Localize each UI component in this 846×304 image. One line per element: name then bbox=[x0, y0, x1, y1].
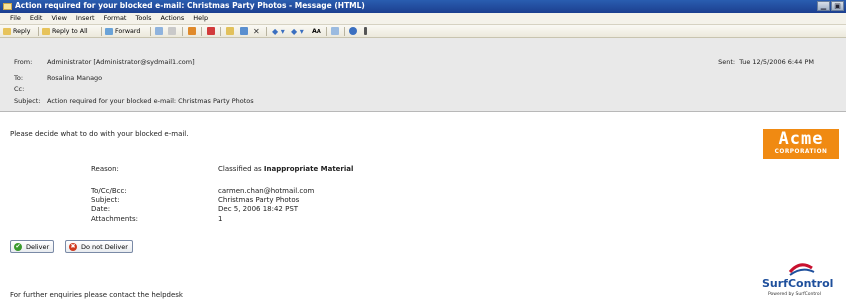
print-icon[interactable] bbox=[155, 27, 163, 35]
forward-label: Forward bbox=[115, 28, 141, 35]
reply-label: Reply bbox=[13, 28, 31, 35]
sent-value: Tue 12/5/2006 6:44 PM bbox=[739, 58, 814, 66]
surfcontrol-swoosh-icon bbox=[788, 263, 815, 276]
helpdesk-text: For further enquiries please contact the… bbox=[10, 291, 183, 299]
font-size-icon[interactable]: AA bbox=[312, 27, 321, 36]
menu-file[interactable]: File bbox=[10, 14, 21, 22]
delete-icon[interactable]: ✕ bbox=[253, 27, 260, 36]
categorize-icon[interactable] bbox=[240, 27, 248, 35]
minimize-button[interactable]: ▁ bbox=[817, 1, 830, 11]
reason-label: Reason: bbox=[91, 165, 119, 173]
window-title: Action required for your blocked e-mail:… bbox=[15, 1, 365, 10]
reason-value: Classified as Inappropriate Material bbox=[218, 165, 353, 173]
toolbar-divider bbox=[344, 27, 345, 36]
do-not-deliver-label: Do not Deliver bbox=[81, 242, 128, 251]
stop-icon: ✖ bbox=[69, 242, 77, 251]
save-icon[interactable] bbox=[168, 27, 176, 35]
toolbar-divider bbox=[220, 27, 221, 36]
sent-timestamp: Sent: Tue 12/5/2006 6:44 PM bbox=[718, 58, 814, 66]
forward-icon bbox=[105, 28, 113, 35]
menu-actions[interactable]: Actions bbox=[161, 14, 185, 22]
from-label: From: bbox=[14, 58, 33, 66]
menu-view[interactable]: View bbox=[51, 14, 66, 22]
flag-icon[interactable] bbox=[207, 27, 215, 35]
surfcontrol-name: SurfControl bbox=[762, 277, 834, 290]
next-item-icon[interactable]: ◆ ▾ bbox=[291, 27, 304, 36]
toolbar: Reply Reply to All Forward ✕ ◆ ▾ ◆ ▾ AA bbox=[0, 25, 846, 38]
envelope-icon bbox=[3, 3, 12, 10]
forward-button[interactable]: Forward bbox=[105, 27, 140, 36]
previous-item-icon[interactable]: ◆ ▾ bbox=[272, 27, 285, 36]
reply-icon bbox=[3, 28, 11, 35]
toolbar-divider bbox=[266, 27, 267, 36]
acme-corporation-logo: Acme CORPORATION bbox=[763, 129, 839, 159]
reply-all-button[interactable]: Reply to All bbox=[42, 27, 88, 36]
menu-insert[interactable]: Insert bbox=[76, 14, 95, 22]
detail-value: 1 bbox=[218, 215, 223, 223]
menu-tools[interactable]: Tools bbox=[135, 14, 151, 22]
move-to-folder-icon[interactable] bbox=[226, 27, 234, 35]
restore-button[interactable]: ▣ bbox=[831, 1, 844, 11]
reply-button[interactable]: Reply bbox=[3, 27, 30, 36]
toolbar-overflow-icon[interactable] bbox=[364, 27, 367, 35]
from-value[interactable]: Administrator [Administrator@sydmail1.co… bbox=[47, 58, 195, 66]
checkmark-icon: ✔ bbox=[14, 242, 22, 251]
surfcontrol-logo: SurfControl Powered by SurfControl bbox=[760, 258, 840, 302]
detail-label: Date: bbox=[91, 205, 111, 213]
help-icon[interactable] bbox=[349, 27, 357, 35]
subject-label: Subject: bbox=[14, 97, 41, 105]
toolbar-divider bbox=[326, 27, 327, 36]
to-label: To: bbox=[14, 74, 24, 82]
toolbar-divider bbox=[150, 27, 151, 36]
detail-value: Dec 5, 2006 18:42 PST bbox=[218, 205, 299, 213]
menu-edit[interactable]: Edit bbox=[30, 14, 43, 22]
do-not-deliver-button[interactable]: ✖ Do not Deliver bbox=[65, 240, 133, 253]
message-header: From: Administrator [Administrator@sydma… bbox=[0, 38, 846, 112]
sent-label: Sent: bbox=[718, 58, 736, 66]
reply-all-label: Reply to All bbox=[52, 28, 88, 35]
detail-label: Attachments: bbox=[91, 215, 139, 223]
deliver-label: Deliver bbox=[26, 242, 50, 251]
detail-label: Subject: bbox=[91, 196, 120, 204]
subject-value: Action required for your blocked e-mail:… bbox=[47, 97, 254, 105]
reply-all-icon bbox=[42, 28, 50, 35]
to-value[interactable]: Rosalina Manago bbox=[47, 74, 102, 82]
reason-prefix: Classified as bbox=[218, 165, 262, 173]
menu-format[interactable]: Format bbox=[104, 14, 127, 22]
cc-label: Cc: bbox=[14, 85, 25, 93]
detail-value: Christmas Party Photos bbox=[218, 196, 300, 204]
address-book-icon[interactable] bbox=[331, 27, 339, 35]
mark-unread-icon[interactable] bbox=[188, 27, 196, 35]
deliver-button[interactable]: ✔ Deliver bbox=[10, 240, 55, 253]
intro-text: Please decide what to do with your block… bbox=[10, 130, 189, 138]
toolbar-divider bbox=[201, 27, 202, 36]
reason-category: Inappropriate Material bbox=[263, 165, 354, 173]
toolbar-divider bbox=[101, 27, 102, 36]
toolbar-divider bbox=[38, 27, 39, 36]
menu-bar: File Edit View Insert Format Tools Actio… bbox=[0, 13, 846, 25]
menu-help[interactable]: Help bbox=[193, 14, 208, 22]
title-bar: Action required for your blocked e-mail:… bbox=[0, 0, 846, 13]
surfcontrol-tagline: Powered by SurfControl bbox=[768, 292, 821, 297]
detail-value: carmen.chan@hotmail.com bbox=[218, 187, 315, 195]
detail-label: To/Cc/Bcc: bbox=[91, 187, 127, 195]
toolbar-divider bbox=[182, 27, 183, 36]
window-controls: ▁ ▣ bbox=[817, 1, 844, 11]
